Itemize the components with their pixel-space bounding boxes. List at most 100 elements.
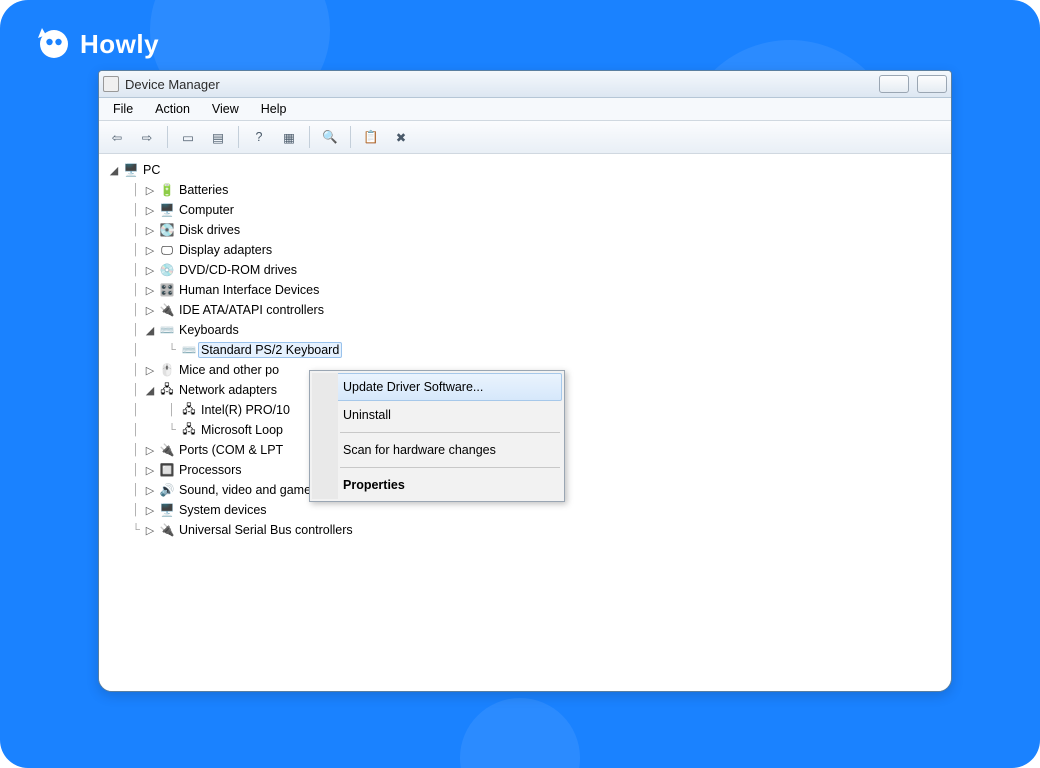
expand-icon[interactable]: ▷: [145, 444, 155, 457]
brand-logo: Howly: [34, 26, 159, 62]
tree-label: Disk drives: [179, 223, 240, 237]
tree-label: Ports (COM & LPT: [179, 443, 283, 457]
ctx-properties[interactable]: Properties: [312, 471, 562, 499]
properties-button[interactable]: 📋: [357, 124, 385, 150]
expand-icon[interactable]: ▷: [145, 524, 155, 537]
keyboard-icon: ⌨️: [181, 342, 197, 358]
context-menu: Update Driver Software... Uninstall Scan…: [309, 370, 565, 502]
disk-icon: 💽: [159, 222, 175, 238]
hid-icon: 🎛️: [159, 282, 175, 298]
nic-icon: 🖧: [181, 402, 197, 418]
back-button[interactable]: ⇦: [103, 124, 131, 150]
tree-node-standard-keyboard[interactable]: │└ ⌨️ Standard PS/2 Keyboard: [109, 340, 947, 360]
expand-icon[interactable]: ▷: [145, 284, 155, 297]
menu-help[interactable]: Help: [251, 100, 297, 118]
titlebar[interactable]: Device Manager: [99, 71, 951, 98]
show-button[interactable]: ▤: [204, 124, 232, 150]
ctx-label: Properties: [343, 478, 405, 492]
tree-label: Keyboards: [179, 323, 239, 337]
expand-icon[interactable]: ▷: [145, 204, 155, 217]
tree-node-hid[interactable]: │▷ 🎛️ Human Interface Devices: [109, 280, 947, 300]
cpu-icon: 🔲: [159, 462, 175, 478]
menu-file[interactable]: File: [103, 100, 143, 118]
computer-icon: 🖥️: [123, 162, 139, 178]
mouse-icon: 🖱️: [159, 362, 175, 378]
forward-button[interactable]: ⇨: [133, 124, 161, 150]
menu-action[interactable]: Action: [145, 100, 200, 118]
tree-label: Human Interface Devices: [179, 283, 319, 297]
network-icon: 🖧: [159, 382, 175, 398]
tree-label: Universal Serial Bus controllers: [179, 523, 353, 537]
system-icon: 🖥️: [159, 502, 175, 518]
port-icon: 🔌: [159, 442, 175, 458]
app-icon: [103, 76, 119, 92]
tree-node-dvd[interactable]: │▷ 💿 DVD/CD-ROM drives: [109, 260, 947, 280]
context-icon-strip: [312, 373, 338, 499]
menu-view[interactable]: View: [202, 100, 249, 118]
device-tree[interactable]: ◢ 🖥️ PC │▷ 🔋 Batteries │▷ 🖥️ Computer │▷…: [99, 154, 951, 691]
usb-icon: 🔌: [159, 522, 175, 538]
expand-icon[interactable]: ▷: [145, 464, 155, 477]
expand-icon[interactable]: ▷: [145, 264, 155, 277]
tree-label: IDE ATA/ATAPI controllers: [179, 303, 324, 317]
toolbar: ⇦ ⇨ ▭ ▤ ? ▦ 🔍 📋 ✖: [99, 121, 951, 154]
ctx-update-driver[interactable]: Update Driver Software...: [312, 373, 562, 401]
speaker-icon: 🔊: [159, 482, 175, 498]
tree-label-selected: Standard PS/2 Keyboard: [198, 342, 342, 358]
collapse-icon[interactable]: ◢: [145, 384, 155, 397]
tree-label: Network adapters: [179, 383, 277, 397]
scan-button[interactable]: 🔍: [316, 124, 344, 150]
brand-text: Howly: [80, 29, 159, 60]
help-button[interactable]: ?: [245, 124, 273, 150]
tree-label: Microsoft Loop: [201, 423, 283, 437]
expand-icon[interactable]: ▷: [145, 244, 155, 257]
tree-node-ide[interactable]: │▷ 🔌 IDE ATA/ATAPI controllers: [109, 300, 947, 320]
monitor-icon: 🖵: [159, 242, 175, 258]
tree-node-usb[interactable]: └▷ 🔌 Universal Serial Bus controllers: [109, 520, 947, 540]
battery-icon: 🔋: [159, 182, 175, 198]
expand-icon[interactable]: ▷: [145, 224, 155, 237]
collapse-icon[interactable]: ◢: [109, 164, 119, 177]
tree-root-label: PC: [143, 163, 160, 177]
tree-node-keyboards[interactable]: │◢ ⌨️ Keyboards: [109, 320, 947, 340]
ctx-label: Update Driver Software...: [343, 380, 483, 394]
disable-button[interactable]: ✖: [387, 124, 415, 150]
ctx-scan-hardware[interactable]: Scan for hardware changes: [312, 436, 562, 464]
controller-icon: 🔌: [159, 302, 175, 318]
tree-label: Batteries: [179, 183, 228, 197]
tree-label: DVD/CD-ROM drives: [179, 263, 297, 277]
expand-icon[interactable]: ▷: [145, 364, 155, 377]
tree-node-batteries[interactable]: │▷ 🔋 Batteries: [109, 180, 947, 200]
device-manager-window: Device Manager File Action View Help ⇦ ⇨…: [98, 70, 952, 692]
tree-label: Display adapters: [179, 243, 272, 257]
tree-node-computer[interactable]: │▷ 🖥️ Computer: [109, 200, 947, 220]
up-button[interactable]: ▭: [174, 124, 202, 150]
tree-label: Computer: [179, 203, 234, 217]
refresh-button[interactable]: ▦: [275, 124, 303, 150]
tree-label: Mice and other po: [179, 363, 279, 377]
tree-node-display-adapters[interactable]: │▷ 🖵 Display adapters: [109, 240, 947, 260]
expand-icon[interactable]: ▷: [145, 504, 155, 517]
tree-label: System devices: [179, 503, 267, 517]
owl-icon: [34, 26, 70, 62]
ctx-separator: [340, 467, 560, 468]
maximize-button[interactable]: [917, 75, 947, 93]
ctx-uninstall[interactable]: Uninstall: [312, 401, 562, 429]
tree-root[interactable]: ◢ 🖥️ PC: [109, 160, 947, 180]
collapse-icon[interactable]: ◢: [145, 324, 155, 337]
expand-icon[interactable]: ▷: [145, 484, 155, 497]
optical-drive-icon: 💿: [159, 262, 175, 278]
desktop-icon: 🖥️: [159, 202, 175, 218]
window-title: Device Manager: [125, 77, 220, 92]
expand-icon[interactable]: ▷: [145, 184, 155, 197]
tree-label: Intel(R) PRO/10: [201, 403, 290, 417]
nic-icon: 🖧: [181, 422, 197, 438]
ctx-label: Uninstall: [343, 408, 391, 422]
minimize-button[interactable]: [879, 75, 909, 93]
tree-node-disk-drives[interactable]: │▷ 💽 Disk drives: [109, 220, 947, 240]
ctx-label: Scan for hardware changes: [343, 443, 496, 457]
tree-node-system-devices[interactable]: │▷ 🖥️ System devices: [109, 500, 947, 520]
expand-icon[interactable]: ▷: [145, 304, 155, 317]
menubar: File Action View Help: [99, 98, 951, 121]
bg-decor: [460, 698, 580, 768]
